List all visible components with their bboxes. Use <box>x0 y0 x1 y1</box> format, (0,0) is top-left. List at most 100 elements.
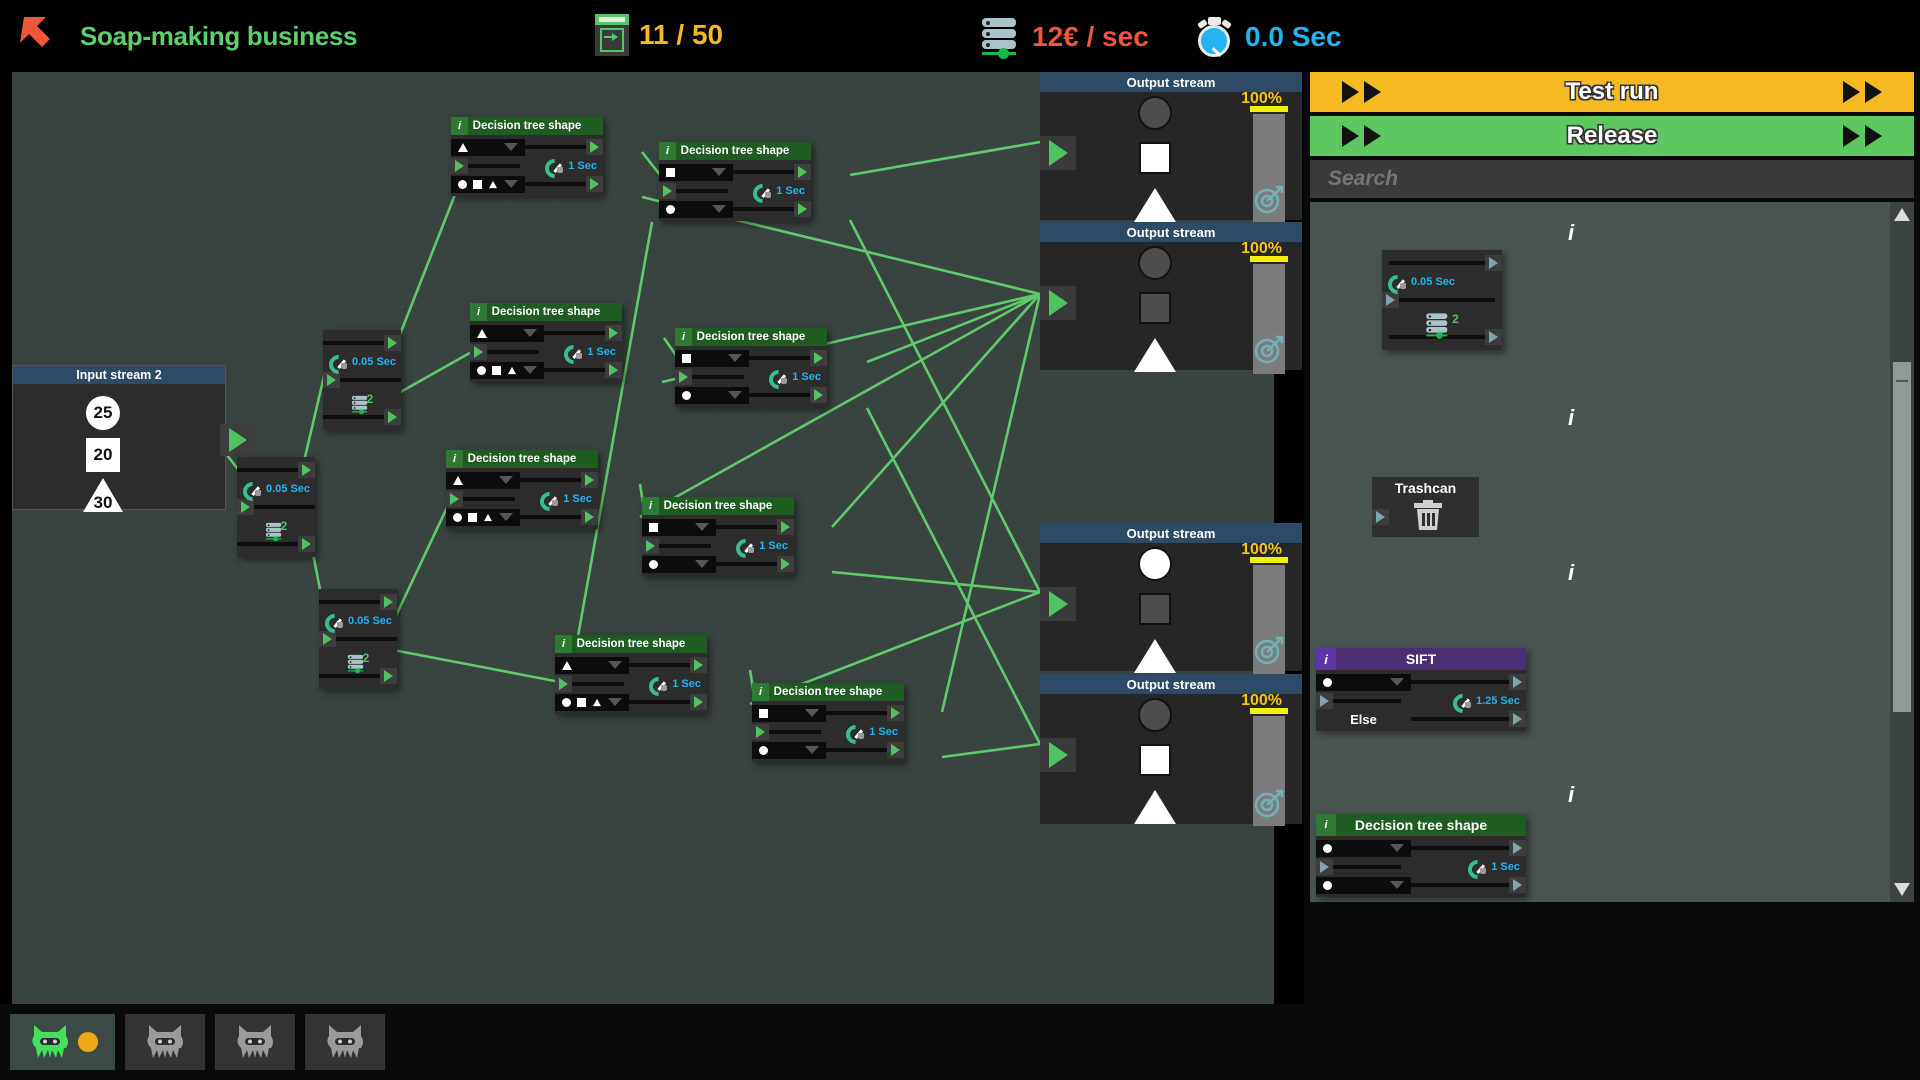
palette-decision-tree-node[interactable]: i Decision tree shape 1 Sec <box>1316 814 1526 897</box>
decision-top-condition[interactable] <box>752 705 826 722</box>
decision-bottom-condition[interactable] <box>752 742 826 759</box>
decision-top-condition[interactable] <box>470 325 544 342</box>
info-icon[interactable]: i <box>675 328 692 346</box>
node-port[interactable] <box>605 362 622 378</box>
trashcan-input-port[interactable] <box>1372 509 1389 525</box>
input-stream-output-port[interactable] <box>220 424 255 456</box>
decision-tree-node[interactable]: iDecision tree shape1 Sec <box>675 328 827 407</box>
decision-top-condition[interactable] <box>675 350 749 367</box>
input-stream-node[interactable]: Input stream 2 25 20 30 <box>12 365 226 510</box>
decision-bottom-condition[interactable] <box>642 556 716 573</box>
decision-bottom-condition[interactable] <box>555 694 629 711</box>
node-port[interactable] <box>384 409 401 425</box>
scroll-down-icon[interactable] <box>1894 883 1910 896</box>
node-port[interactable] <box>605 325 622 341</box>
node-port[interactable] <box>298 462 315 478</box>
chevron-down-icon[interactable] <box>712 205 726 213</box>
info-icon[interactable]: i <box>555 635 572 653</box>
node-port[interactable] <box>887 705 904 721</box>
output-stream-input-port[interactable] <box>1040 286 1076 320</box>
node-port[interactable] <box>446 491 463 507</box>
chevron-down-icon[interactable] <box>805 709 819 717</box>
output-stream-node[interactable]: Output stream100% <box>1040 674 1302 824</box>
info-icon[interactable]: i <box>1568 220 1574 246</box>
chevron-down-icon[interactable] <box>695 523 709 531</box>
chevron-down-icon[interactable] <box>695 560 709 568</box>
info-icon[interactable]: i <box>659 142 676 160</box>
info-icon[interactable]: i <box>752 683 769 701</box>
info-icon[interactable]: i <box>1568 560 1574 586</box>
info-icon[interactable]: i <box>446 450 463 468</box>
node-port[interactable] <box>298 536 315 552</box>
decision-tree-node[interactable]: iDecision tree shape1 Sec <box>752 683 904 762</box>
node-port[interactable] <box>555 676 572 692</box>
scrollbar-thumb[interactable] <box>1893 362 1911 712</box>
taskbar-item[interactable] <box>10 1014 115 1070</box>
decision-tree-node[interactable]: iDecision tree shape1 Sec <box>659 142 811 221</box>
output-stream-node[interactable]: Output stream100% <box>1040 72 1302 220</box>
decision-tree-node[interactable]: iDecision tree shape1 Sec <box>451 117 603 196</box>
output-stream-input-port[interactable] <box>1040 738 1076 772</box>
chevron-down-icon[interactable] <box>523 366 537 374</box>
node-port[interactable] <box>642 538 659 554</box>
node-port[interactable] <box>581 472 598 488</box>
node-port[interactable] <box>380 668 397 684</box>
node-port[interactable] <box>690 657 707 673</box>
node-port[interactable] <box>777 519 794 535</box>
chevron-down-icon[interactable] <box>805 746 819 754</box>
output-stream-input-port[interactable] <box>1040 587 1076 621</box>
node-port[interactable] <box>887 742 904 758</box>
node-port[interactable] <box>659 183 676 199</box>
info-icon[interactable]: i <box>1568 782 1574 808</box>
sorter-node[interactable]: 0.05 Sec2 <box>323 330 401 430</box>
output-stream-input-port[interactable] <box>1040 136 1076 170</box>
decision-bottom-condition[interactable] <box>470 362 544 379</box>
palette-trashcan-node[interactable]: Trashcan <box>1372 477 1479 537</box>
decision-bottom-condition[interactable] <box>446 509 520 526</box>
decision-top-condition[interactable] <box>451 139 525 156</box>
chevron-down-icon[interactable] <box>728 354 742 362</box>
palette-scrollbar[interactable] <box>1890 202 1914 902</box>
chevron-down-icon[interactable] <box>608 661 622 669</box>
decision-top-condition[interactable] <box>555 657 629 674</box>
node-port[interactable] <box>810 387 827 403</box>
info-icon[interactable]: i <box>451 117 468 135</box>
release-button[interactable]: Release <box>1310 116 1914 156</box>
node-port[interactable] <box>690 694 707 710</box>
node-port[interactable] <box>451 158 468 174</box>
arrow-up-left-icon[interactable] <box>18 13 64 59</box>
node-port[interactable] <box>470 344 487 360</box>
taskbar-item[interactable] <box>125 1014 205 1070</box>
node-palette[interactable]: i 0.05 Sec 2 i <box>1310 202 1914 902</box>
info-icon[interactable]: i <box>1316 814 1336 836</box>
chevron-down-icon[interactable] <box>504 143 518 151</box>
taskbar-item[interactable] <box>215 1014 295 1070</box>
chevron-down-icon[interactable] <box>499 476 513 484</box>
node-port[interactable] <box>380 594 397 610</box>
node-port[interactable] <box>794 201 811 217</box>
node-port[interactable] <box>675 369 692 385</box>
chevron-down-icon[interactable] <box>523 329 537 337</box>
chevron-down-icon[interactable] <box>504 180 518 188</box>
taskbar-item[interactable] <box>305 1014 385 1070</box>
info-icon[interactable]: i <box>1316 648 1336 670</box>
node-port[interactable] <box>586 139 603 155</box>
sorter-node[interactable]: 0.05 Sec2 <box>319 589 397 689</box>
decision-tree-node[interactable]: iDecision tree shape1 Sec <box>446 450 598 529</box>
decision-top-condition[interactable] <box>446 472 520 489</box>
info-icon[interactable]: i <box>642 497 659 515</box>
search-input[interactable] <box>1310 160 1914 198</box>
node-port[interactable] <box>777 556 794 572</box>
chevron-down-icon[interactable] <box>499 513 513 521</box>
decision-top-condition[interactable] <box>642 519 716 536</box>
sorter-node[interactable]: 0.05 Sec2 <box>237 457 315 557</box>
output-stream-node[interactable]: Output stream100% <box>1040 523 1302 671</box>
palette-sorter-node[interactable]: 0.05 Sec 2 <box>1382 250 1502 350</box>
chevron-down-icon[interactable] <box>712 168 726 176</box>
decision-bottom-condition[interactable] <box>659 201 733 218</box>
node-port[interactable] <box>586 176 603 192</box>
decision-tree-node[interactable]: iDecision tree shape1 Sec <box>555 635 707 714</box>
node-port[interactable] <box>794 164 811 180</box>
scroll-up-icon[interactable] <box>1894 208 1910 221</box>
node-port[interactable] <box>581 509 598 525</box>
